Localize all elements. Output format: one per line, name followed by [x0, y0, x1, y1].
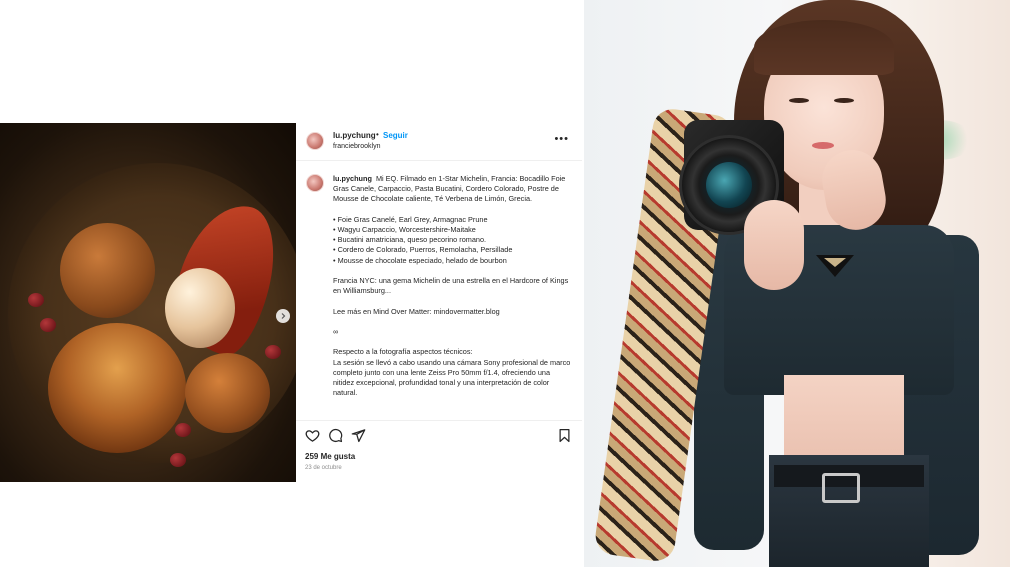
camera-lens-image-part — [706, 162, 752, 208]
berry-image-part — [40, 318, 56, 332]
chevron-right-icon — [281, 313, 286, 319]
list-item: • Wagyu Carpaccio, Worcestershire-Maitak… — [333, 225, 476, 234]
post-username[interactable]: lu.pychung — [333, 131, 376, 140]
next-image-button[interactable] — [276, 309, 290, 323]
list-item: • Foie Gras Canelé, Earl Grey, Armagnac … — [333, 214, 488, 224]
follow-button[interactable]: Seguir — [383, 131, 408, 140]
portrait-photo — [584, 0, 1010, 567]
eye-image-part — [834, 98, 854, 103]
tech-title: Respecto a la fotografía aspectos técnic… — [333, 347, 473, 357]
comment-button[interactable] — [328, 428, 343, 443]
caption-paragraph: Respecto a la fotografía aspectos técnic… — [333, 347, 571, 398]
avatar[interactable] — [306, 174, 324, 192]
avatar[interactable] — [306, 132, 324, 150]
berry-image-part — [28, 293, 44, 307]
share-button[interactable] — [351, 428, 366, 443]
berry-image-part — [265, 345, 281, 359]
buckle-image-part — [822, 473, 860, 503]
caption-text: lu.pychung Mi EQ. Filmado en 1-Star Mich… — [333, 174, 571, 398]
caption-paragraph: Lee más en Mind Over Matter: mindovermat… — [333, 306, 500, 316]
comment-icon — [329, 428, 343, 443]
ice-cream-image-part — [165, 268, 235, 348]
truffle-image-part — [185, 353, 270, 433]
mousse-image-part — [48, 323, 186, 453]
berry-image-part — [175, 423, 191, 437]
canele-image-part — [60, 223, 155, 318]
more-icon[interactable]: ••• — [554, 133, 569, 145]
berry-image-part — [170, 453, 186, 467]
list-item: • Bucatini amatriciana, queso pecorino r… — [333, 235, 487, 245]
separator-dot: • — [376, 130, 379, 139]
post-panel: lu.pychung • Seguir franciebrooklyn ••• … — [296, 123, 582, 482]
caption-paragraph: ∞ — [333, 326, 339, 336]
caption-username[interactable]: lu.pychung — [333, 174, 372, 183]
list-item: • Cordero de Colorado, Puerros, Remolach… — [333, 245, 513, 255]
action-bar — [305, 428, 575, 444]
divider — [296, 420, 582, 421]
post-date: 23 de octubre — [305, 465, 342, 471]
eye-image-part — [789, 98, 809, 103]
lips-image-part — [812, 142, 834, 149]
bookmark-icon — [559, 428, 570, 443]
caption-paragraph: Francia NYC: una gema Michelin de una es… — [333, 276, 569, 296]
likes-count[interactable]: 259 Me gusta — [305, 452, 355, 461]
post-header: lu.pychung • Seguir franciebrooklyn ••• — [296, 123, 582, 161]
hand-image-part — [744, 200, 804, 290]
bangs-image-part — [754, 20, 894, 75]
list-item: • Mousse de chocolate especiado, helado … — [333, 255, 507, 265]
post-image[interactable] — [0, 123, 296, 482]
save-button[interactable] — [557, 428, 572, 443]
like-button[interactable] — [305, 428, 320, 443]
heart-icon — [305, 430, 320, 442]
send-icon — [351, 429, 366, 443]
caption-section: lu.pychung Mi EQ. Filmado en 1-Star Mich… — [296, 171, 582, 419]
tech-body: La sesión se llevó a cabo usando una cám… — [333, 357, 571, 398]
menu-list: • Foie Gras Canelé, Earl Grey, Armagnac … — [333, 215, 571, 266]
caption-intro: lu.pychung Mi EQ. Filmado en 1-Star Mich… — [333, 174, 571, 205]
post-subtitle[interactable]: franciebrooklyn — [333, 143, 380, 150]
